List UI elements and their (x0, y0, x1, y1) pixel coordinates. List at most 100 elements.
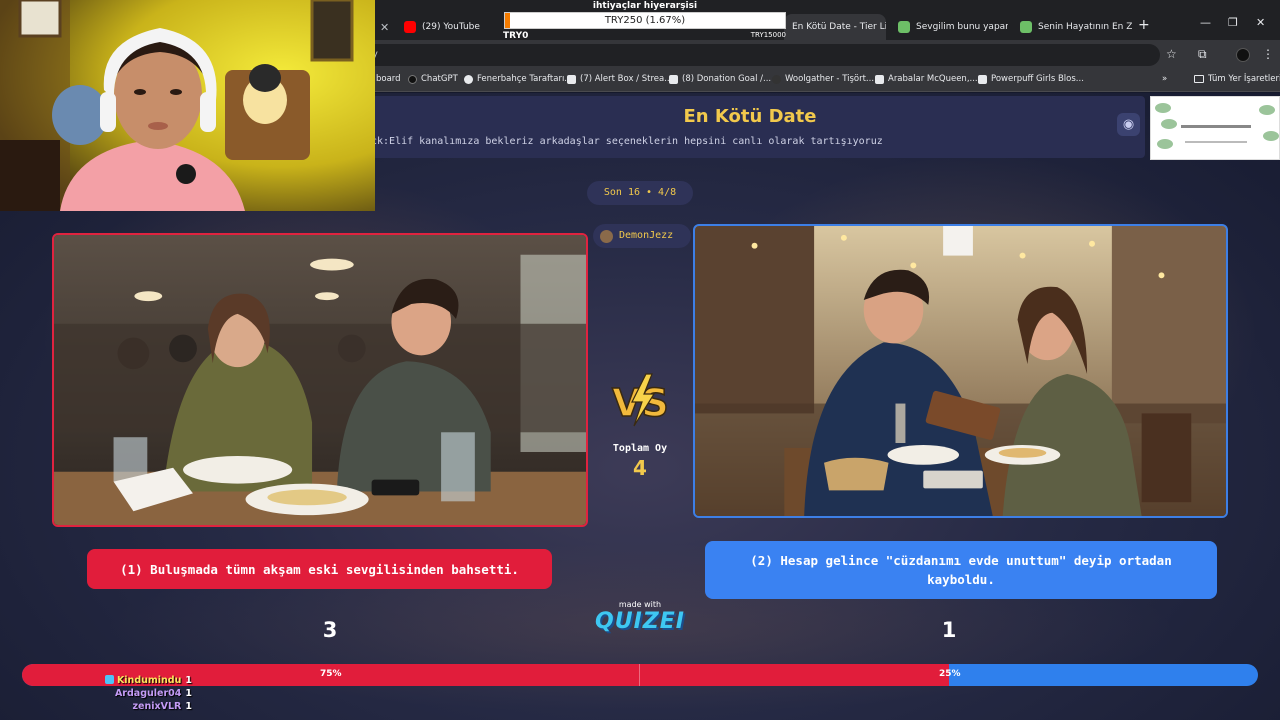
leaf-decoration (1259, 105, 1275, 115)
tiktok-icon (978, 74, 987, 84)
chat-line: zenixVLR 1 (133, 701, 192, 712)
total-votes-value: 4 (633, 456, 647, 480)
option-right-percent: 25% (939, 669, 961, 679)
thumb-line (1185, 141, 1247, 143)
chat-message: 1 (185, 701, 192, 712)
bookmark-item[interactable]: board (376, 74, 401, 84)
option-left-vote-count: 3 (322, 618, 338, 642)
tab-quiz[interactable]: En Kötü Date - Tier Li ✕ (784, 14, 886, 40)
all-bookmarks-folder[interactable]: Tüm Yer İşaretleri (1194, 74, 1280, 84)
close-icon[interactable]: ✕ (380, 21, 389, 34)
extensions-icon[interactable]: ⧉ (1198, 47, 1207, 62)
option-right-button[interactable]: (2) Hesap gelince "cüzdanımı evde unuttu… (705, 541, 1217, 599)
tab-title: En Kötü Date - Tier Li (792, 22, 886, 32)
vs-lightning-icon: VS (611, 373, 670, 427)
globe-icon (1020, 21, 1032, 33)
minimize-icon[interactable]: — (1200, 16, 1211, 29)
chat-line: Kindumindu 1 (104, 675, 192, 686)
option-right-image[interactable] (693, 224, 1228, 518)
shop-icon (772, 74, 781, 84)
bookmark-label: (7) Alert Box / Strea... (580, 74, 673, 84)
leaf-decoration (1161, 119, 1177, 129)
bookmark-item[interactable]: Fenerbahçe Taraftarı... (464, 74, 572, 84)
more-bookmarks-button[interactable]: » (1162, 74, 1167, 84)
made-with-label: made with (618, 600, 662, 609)
new-tab-button[interactable]: + (1138, 17, 1150, 33)
option-right-vote-count: 1 (941, 618, 957, 642)
leaf-decoration (1155, 103, 1171, 113)
chevron-right-icon: » (1162, 74, 1168, 84)
quiz-description: ck:Elif kanalımıza bekleriz arkadaşlar s… (371, 136, 883, 147)
profile-avatar[interactable] (1236, 48, 1250, 62)
avatar (600, 229, 613, 243)
chatgpt-icon (408, 74, 417, 84)
option-left-button[interactable]: (1) Buluşmada tümn akşam eski sevgilisin… (87, 549, 552, 589)
globe-icon (464, 74, 473, 84)
bookmark-item[interactable]: ChatGPT (408, 74, 458, 84)
bookmark-label: Woolgather - Tişört... (785, 74, 875, 84)
streamlabs-icon (567, 74, 576, 84)
bookmark-label: (8) Donation Goal /... (682, 74, 772, 84)
omnibox[interactable]: y (360, 44, 1160, 66)
folder-icon (1194, 75, 1204, 83)
bookmark-label: board (376, 74, 401, 84)
stream-screen: ✕ (29) YouTube En Kötü Date - Tier Li ✕ … (0, 0, 1280, 720)
user-badge: DemonJezz (593, 224, 691, 248)
chat-line: Ardaguler04 1 (115, 688, 192, 699)
round-indicator: Son 16 • 4/8 (587, 181, 693, 205)
donation-progress-bar: TRY250 (1.67%) (504, 12, 786, 29)
donation-max-label: TRY15000 (750, 31, 786, 39)
bookmark-item[interactable]: Powerpuff Girls Blos... (978, 74, 1084, 84)
eye-icon[interactable]: ◉ (1117, 113, 1140, 136)
donation-goal-overlay: ihtiyaçlar hiyerarşisi TRY250 (1.67%) TR… (500, 0, 790, 42)
chat-username: Kindumindu (116, 675, 182, 686)
bookmark-item[interactable]: Arabalar McQueen,... (875, 74, 978, 84)
total-votes-label: Toplam Oy (612, 443, 668, 454)
close-window-icon[interactable]: ✕ (1256, 16, 1265, 29)
option-left-percent: 75% (320, 669, 342, 679)
restore-icon[interactable]: ❐ (1228, 16, 1238, 29)
bookmark-label: Arabalar McQueen,... (888, 74, 978, 84)
quiz-header: En Kötü Date ck:Elif kanalımıza bekleriz… (355, 96, 1145, 158)
tab-title: (29) YouTube (422, 22, 480, 32)
street-cafe-scene-image (695, 226, 1226, 516)
bookmark-label: Tüm Yer İşaretleri (1208, 74, 1280, 84)
donation-progress-text: TRY250 (1.67%) (604, 15, 686, 26)
chat-badge-icon (104, 675, 114, 684)
quizei-logo[interactable]: QUIZEI (592, 609, 688, 634)
vote-split-bar: 75% 25% (22, 664, 1258, 686)
bookmark-item[interactable]: (7) Alert Box / Strea... (567, 74, 672, 84)
option-left-image[interactable] (52, 233, 588, 527)
tab-youtube[interactable]: (29) YouTube (396, 14, 501, 40)
streamer-webcam-image (0, 0, 375, 211)
youtube-icon (404, 21, 416, 33)
chat-username: zenixVLR (132, 701, 182, 712)
leaf-decoration (1157, 139, 1173, 149)
tab-title: Sevgilim bunu yapar (916, 22, 1008, 32)
bookmark-label: ChatGPT (421, 74, 458, 84)
star-icon[interactable]: ☆ (1166, 47, 1177, 61)
bookmark-label: Powerpuff Girls Blos... (991, 74, 1084, 84)
leaf-decoration (1263, 131, 1279, 141)
streamlabs-icon (669, 74, 678, 84)
tab-hayat[interactable]: Senin Hayatının En Zo ✕ (1012, 14, 1132, 40)
menu-icon[interactable]: ⋮ (1262, 47, 1274, 61)
globe-icon (898, 21, 910, 33)
bookmark-item[interactable]: Woolgather - Tişört... (772, 74, 874, 84)
tiktok-icon (875, 74, 884, 84)
option-right-text: (2) Hesap gelince "cüzdanımı evde unuttu… (750, 553, 1172, 587)
tab-title: Senin Hayatının En Zo (1038, 22, 1132, 32)
donation-goal-title: ihtiyaçlar hiyerarşisi (592, 1, 698, 11)
donation-min-label: TRY0 (503, 31, 529, 41)
chat-message: 1 (185, 688, 192, 699)
tab-sevgilim[interactable]: Sevgilim bunu yapar ✕ (890, 14, 1008, 40)
preview-thumbnail (1150, 96, 1280, 160)
option-left-text: (1) Buluşmada tümn akşam eski sevgilisin… (120, 561, 519, 577)
username: DemonJezz (619, 230, 674, 241)
quiz-title: En Kötü Date (683, 106, 817, 127)
thumb-line (1181, 125, 1251, 128)
webcam-overlay (0, 0, 375, 211)
bookmark-item[interactable]: (8) Donation Goal /... (669, 74, 771, 84)
tab-close-partial[interactable]: ✕ (372, 14, 392, 40)
chat-message: 1 (185, 675, 192, 686)
